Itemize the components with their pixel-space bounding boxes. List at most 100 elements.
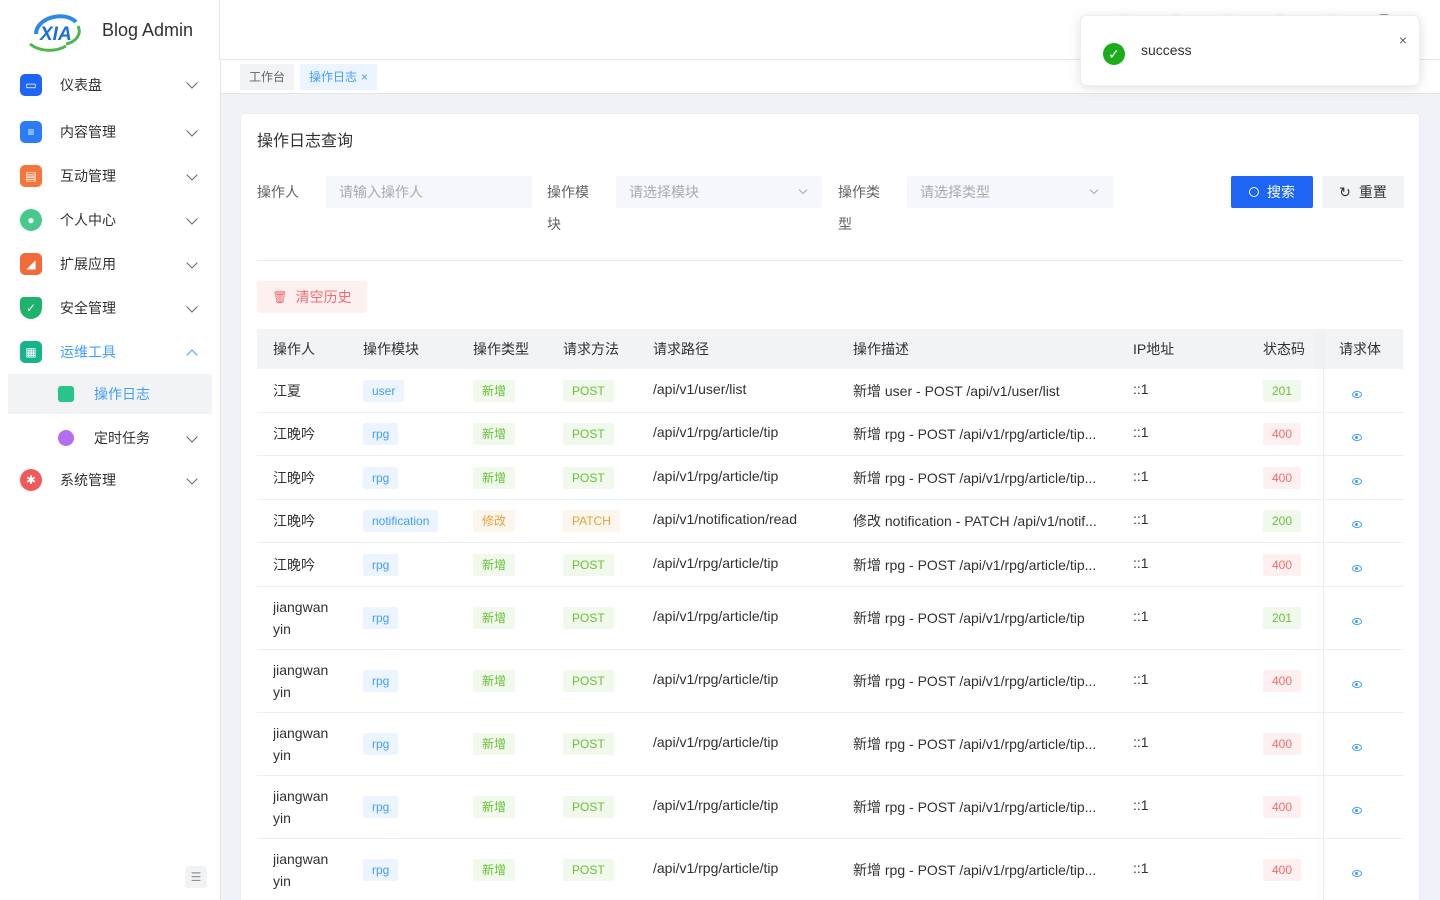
close-icon[interactable]: × xyxy=(1399,32,1407,48)
description-cell: 新增 rpg - POST /api/v1/rpg/article/tip... xyxy=(853,555,1103,575)
operator-cell: 江夏 xyxy=(273,381,301,401)
type-tag: 新增 xyxy=(473,670,516,692)
tab-workbench[interactable]: 工作台 xyxy=(240,64,295,90)
ip-text: ::1 xyxy=(1133,608,1149,624)
type-select[interactable]: 请选择类型 xyxy=(907,176,1113,208)
tab-label: 操作日志 xyxy=(309,70,358,84)
module-tag: rpg xyxy=(363,670,399,692)
reset-button[interactable]: ↻ 重置 xyxy=(1322,176,1404,208)
module-tag: rpg xyxy=(363,466,399,489)
chevron-down-icon xyxy=(798,185,808,195)
view-body-eye-icon[interactable] xyxy=(1352,390,1362,398)
column-header: 请求路径 xyxy=(653,341,709,357)
view-body-eye-icon[interactable] xyxy=(1352,564,1362,572)
table-row: 江晚吟 notification 修改 PATCH/api/v1/notificati… xyxy=(257,500,1403,543)
path-text: /api/v1/rpg/article/tip xyxy=(653,424,779,441)
ip-text: ::1 xyxy=(1133,797,1149,813)
status-cell: 400 xyxy=(1263,733,1302,755)
path-text: /api/v1/rpg/article/tip xyxy=(653,554,779,571)
sidebar-subitem-operation-log[interactable]: 操作日志 xyxy=(8,374,212,414)
module-placeholder: 请选择模块 xyxy=(629,184,699,200)
request-body-cell xyxy=(1352,801,1362,817)
close-icon[interactable]: × xyxy=(361,70,368,84)
module-cell: rpg xyxy=(363,796,399,818)
log-icon xyxy=(58,386,74,402)
path-text: /api/v1/rpg/article/tip xyxy=(653,734,779,750)
sidebar-subitem-label: 操作日志 xyxy=(94,386,150,402)
sidebar-item-content[interactable]: ≡ 内容管理 xyxy=(0,110,220,154)
view-body-eye-icon[interactable] xyxy=(1352,870,1362,877)
operator-name-wrap: yin xyxy=(273,873,291,889)
type-tag: 新增 xyxy=(473,379,516,402)
ip-cell: ::1 xyxy=(1133,511,1149,527)
chevron-down-icon xyxy=(186,431,198,443)
view-body-eye-icon[interactable] xyxy=(1352,618,1362,625)
sidebar: ▭ 仪表盘 ≡ 内容管理 ▤ 互动管理 ● 个人中心 ◢ 扩展应用 ✓ 安全管理… xyxy=(0,60,221,900)
collapse-sidebar-icon[interactable]: ☰ xyxy=(185,866,207,888)
sidebar-item-extensions[interactable]: ◢ 扩展应用 xyxy=(0,242,220,286)
status-tag: 201 xyxy=(1263,607,1302,629)
sidebar-item-label: 个人中心 xyxy=(60,212,116,228)
type-tag: 新增 xyxy=(473,607,516,629)
method-cell: POST xyxy=(563,423,614,446)
sidebar-item-interaction[interactable]: ▤ 互动管理 xyxy=(0,154,220,198)
table-row: jiangwan yin rpg 新增 POST/api/v1/rpg/article/… xyxy=(257,587,1403,650)
description-cell: 新增 user - POST /api/v1/user/list xyxy=(853,381,1103,401)
status-cell: 400 xyxy=(1263,859,1302,881)
logo-area[interactable]: XIA Blog Admin xyxy=(0,0,220,60)
view-body-eye-icon[interactable] xyxy=(1352,744,1362,751)
path-cell: /api/v1/rpg/article/tip xyxy=(653,424,843,440)
status-cell: 400 xyxy=(1263,423,1302,446)
clear-history-label: 清空历史 xyxy=(295,289,352,305)
status-tag: 400 xyxy=(1263,423,1302,446)
description-cell: 新增 rpg - POST /api/v1/rpg/article/tip... xyxy=(853,671,1103,691)
sidebar-subitem-scheduled-tasks[interactable]: 定时任务 xyxy=(8,418,212,458)
sidebar-item-security[interactable]: ✓ 安全管理 xyxy=(0,286,220,330)
column-header: 状态码 xyxy=(1263,341,1305,357)
table-row: jiangwan yin rpg 新增 POST/api/v1/rpg/article/… xyxy=(257,839,1403,900)
type-cell: 新增 xyxy=(473,607,516,629)
description-text: 新增 rpg - POST /api/v1/rpg/article/tip... xyxy=(853,426,1097,443)
ip-text: ::1 xyxy=(1133,380,1149,397)
clear-history-button[interactable]: 🗑 清空历史 xyxy=(257,281,367,313)
view-body-eye-icon[interactable] xyxy=(1352,807,1362,814)
operator-input[interactable]: 请输入操作人 xyxy=(326,176,532,208)
sidebar-item-dashboard[interactable]: ▭ 仪表盘 xyxy=(0,62,220,108)
ip-text: ::1 xyxy=(1133,734,1149,750)
method-cell: PATCH xyxy=(563,510,620,533)
view-body-eye-icon[interactable] xyxy=(1352,434,1362,442)
table-row: jiangwan yin rpg 新增 POST/api/v1/rpg/article/… xyxy=(257,776,1403,839)
table-row: 江晚吟 rpg 新增 POST/api/v1/rpg/article/tip 新增 rp… xyxy=(257,413,1403,456)
method-tag: POST xyxy=(563,859,614,881)
method-cell: POST xyxy=(563,466,614,489)
sidebar-item-ops-tools[interactable]: ▦ 运维工具 xyxy=(0,330,220,374)
chevron-down-icon xyxy=(1089,185,1099,195)
type-cell: 新增 xyxy=(473,796,516,818)
operator-cell: jiangwan yin xyxy=(273,596,328,640)
chevron-down-icon xyxy=(186,213,198,225)
divider xyxy=(257,260,1403,261)
sidebar-item-system[interactable]: ✱ 系统管理 xyxy=(0,458,220,502)
status-tag: 400 xyxy=(1263,553,1302,576)
search-button[interactable]: 搜索 xyxy=(1231,176,1313,208)
path-cell: /api/v1/user/list xyxy=(653,381,843,397)
column-header: 操作人 xyxy=(273,341,315,357)
view-body-eye-icon[interactable] xyxy=(1352,681,1362,688)
extension-icon: ◢ xyxy=(20,253,42,275)
module-select[interactable]: 请选择模块 xyxy=(616,176,822,208)
type-cell: 新增 xyxy=(473,859,516,881)
module-cell: rpg xyxy=(363,553,399,576)
type-tag: 修改 xyxy=(473,510,516,533)
operator-cell: 江晚吟 xyxy=(273,555,315,575)
operator-cell: jiangwan yin xyxy=(273,659,328,703)
view-body-eye-icon[interactable] xyxy=(1352,477,1362,485)
sidebar-item-label: 系统管理 xyxy=(60,472,116,488)
sidebar-item-profile[interactable]: ● 个人中心 xyxy=(0,198,220,242)
description-cell: 修改 notification - PATCH /api/v1/notif... xyxy=(853,511,1103,531)
description-text: 新增 rpg - POST /api/v1/rpg/article/tip... xyxy=(853,673,1097,689)
method-tag: POST xyxy=(563,423,614,446)
tab-operation-log[interactable]: 操作日志 × xyxy=(300,64,378,90)
view-body-eye-icon[interactable] xyxy=(1352,521,1362,529)
type-tag: 新增 xyxy=(473,733,516,755)
path-cell: /api/v1/rpg/article/tip xyxy=(653,555,843,571)
